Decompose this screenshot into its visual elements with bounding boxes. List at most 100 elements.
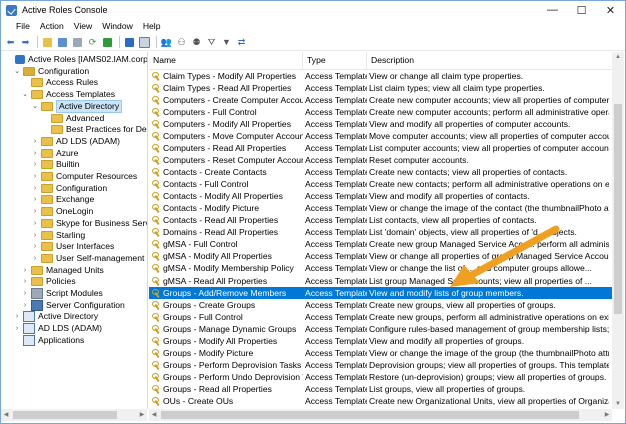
tree-node[interactable]: › Managed Units (21, 265, 104, 276)
back-icon[interactable]: ⬅ (4, 36, 17, 48)
list-item[interactable]: OUs - Create OUs Access Template Create ne… (149, 395, 612, 407)
collapsed-icon[interactable]: › (21, 288, 29, 299)
tree-node[interactable]: Advanced (41, 113, 104, 124)
vertical-scroll-thumb[interactable] (614, 104, 622, 314)
maximize-button[interactable]: ☐ (567, 1, 596, 19)
scroll-right-icon[interactable]: ▶ (602, 409, 612, 421)
collapsed-icon[interactable]: › (21, 300, 29, 311)
collapsed-icon[interactable]: › (13, 323, 21, 334)
tree-node[interactable]: › Skype for Business Server (31, 218, 147, 229)
scroll-up-icon[interactable]: ▲ (612, 52, 624, 62)
tree-node[interactable]: ⌄ Configuration (13, 66, 89, 77)
tree-node[interactable]: › Configuration (31, 183, 107, 194)
collapsed-icon[interactable]: › (31, 194, 39, 205)
vertical-scrollbar[interactable]: ▲ ▼ (612, 52, 624, 409)
forward-icon[interactable]: ➡ (19, 36, 32, 48)
collapsed-icon[interactable]: › (31, 171, 39, 182)
collapsed-icon[interactable]: › (31, 148, 39, 159)
tree-node[interactable]: Applications (13, 334, 84, 346)
list-item[interactable]: Groups - Read all Properties Access Templ… (149, 383, 612, 395)
collapsed-icon[interactable]: › (21, 276, 29, 287)
list-item[interactable]: Computers - Move Computer Accounts Access… (149, 130, 612, 142)
share-icon[interactable]: ⇄ (235, 36, 248, 48)
list-item[interactable]: Computers - Read All Properties Access Te… (149, 142, 612, 154)
list-item[interactable]: Contacts - Create Contacts Access Templat… (149, 166, 612, 178)
column-type-header[interactable]: Type (303, 52, 367, 69)
collapsed-icon[interactable]: › (31, 206, 39, 217)
tree-node[interactable]: › AD LDS (ADAM) (13, 323, 102, 335)
tree-node[interactable]: › Computer Resources (31, 171, 137, 182)
close-button[interactable]: ✕ (596, 1, 625, 19)
expanded-icon[interactable]: ⌄ (13, 66, 21, 77)
tree-node[interactable]: › User Interfaces (31, 241, 114, 252)
scroll-down-icon[interactable]: ▼ (612, 399, 624, 409)
expanded-icon[interactable]: ⌄ (31, 101, 39, 112)
tree-node[interactable]: › Azure (31, 148, 78, 159)
scroll-left-icon[interactable]: ◀ (149, 409, 159, 421)
users-icon[interactable]: 👥 (160, 36, 173, 48)
collapsed-icon[interactable]: › (31, 230, 39, 241)
list-item[interactable]: Computers - Create Computer Accounts Acce… (149, 94, 612, 106)
expanded-icon[interactable]: ⌄ (21, 89, 29, 100)
export-icon[interactable] (101, 36, 114, 48)
list-item[interactable]: Groups - Create Groups Access Template Cre… (149, 299, 612, 311)
menu-view[interactable]: View (69, 21, 97, 31)
collapsed-icon[interactable]: › (31, 183, 39, 194)
tree-node[interactable]: › Active Directory (13, 311, 98, 323)
group-icon[interactable]: ⚇ (175, 36, 188, 48)
tree-node[interactable]: ⌄ Active Directory (31, 99, 123, 113)
list-horizontal-scrollbar[interactable]: ◀ ▶ (149, 409, 612, 421)
tree-node[interactable]: Access Rules (21, 77, 98, 88)
tree-node[interactable]: › AD LDS (ADAM) (31, 136, 120, 147)
tree-node[interactable]: › Starling (31, 230, 85, 241)
console-tree-icon[interactable] (71, 36, 84, 48)
list-item[interactable]: Contacts - Full Control Access Template Cr… (149, 178, 612, 190)
tree-node[interactable]: › User Self-management (31, 253, 144, 264)
collapsed-icon[interactable]: › (31, 136, 39, 147)
menu-window[interactable]: Window (97, 21, 138, 31)
tree-node[interactable]: › OneLogin (31, 206, 93, 217)
up-folder-icon[interactable] (41, 36, 54, 48)
tree-horizontal-scrollbar[interactable]: ◀ ▶ (1, 409, 147, 421)
list-scroll-thumb[interactable] (161, 411, 579, 419)
tree-node[interactable]: Active Roles [IAMS02.IAM.corp] (5, 54, 147, 65)
list-item[interactable]: Claim Types - Modify All Properties Acces… (149, 70, 612, 82)
list-item[interactable]: Contacts - Modify All Properties Access T… (149, 190, 612, 202)
collapsed-icon[interactable]: › (31, 218, 39, 229)
collapsed-icon[interactable]: › (13, 311, 21, 322)
new-user-icon[interactable]: ⚉ (190, 36, 203, 48)
refresh-icon[interactable]: ⟳ (86, 36, 99, 48)
show-hide-tree-icon[interactable] (56, 36, 69, 48)
list-item[interactable]: Computers - Modify All Properties Access … (149, 118, 612, 130)
list-item[interactable]: Groups - Perform Undo Deprovision Ta...A… (149, 371, 612, 383)
funnel-icon[interactable]: ▼ (220, 36, 233, 48)
view-icon[interactable] (138, 36, 151, 48)
tree-node[interactable]: › Server Configuration (21, 299, 125, 311)
list-item[interactable]: Groups - Perform Deprovision Tasks Access… (149, 359, 612, 371)
list-item[interactable]: Groups - Manage Dynamic Groups Access Tem… (149, 323, 612, 335)
column-name-header[interactable]: Name (149, 52, 303, 69)
tree-node[interactable]: › Script Modules (21, 288, 103, 299)
collapsed-icon[interactable]: › (21, 265, 29, 276)
console-tree[interactable]: Active Roles [IAMS02.IAM.corp] ⌄ Configura… (1, 52, 148, 409)
collapsed-icon[interactable]: › (31, 241, 39, 252)
tree-node[interactable]: › Exchange (31, 194, 94, 205)
list-item[interactable]: Computers - Full Control Access Template C… (149, 106, 612, 118)
list-item[interactable]: Groups - Full Control Access Template Crea… (149, 311, 612, 323)
list-item[interactable]: Groups - Modify All Properties Access Tem… (149, 335, 612, 347)
filter-icon[interactable]: ⛛ (205, 36, 218, 48)
scroll-left-icon[interactable]: ◀ (1, 409, 11, 421)
menu-file[interactable]: File (1, 21, 35, 31)
tree-node[interactable]: › Policies (21, 276, 76, 287)
list-item[interactable]: Groups - Modify Picture Access Template Vi… (149, 347, 612, 359)
tree-node[interactable]: › Builtin (31, 159, 79, 170)
list-item[interactable]: Claim Types - Read All Properties Access … (149, 82, 612, 94)
menu-help[interactable]: Help (138, 21, 166, 31)
tree-node[interactable]: ⌄ Access Templates (21, 89, 115, 100)
list-item[interactable]: Computers - Reset Computer Accounts Acces… (149, 154, 612, 166)
help-icon[interactable] (123, 36, 136, 48)
minimize-button[interactable]: — (538, 1, 567, 19)
scroll-right-icon[interactable]: ▶ (137, 409, 147, 421)
menu-action[interactable]: Action (35, 21, 69, 31)
list-item[interactable]: Contacts - Modify Picture Access Template… (149, 202, 612, 214)
